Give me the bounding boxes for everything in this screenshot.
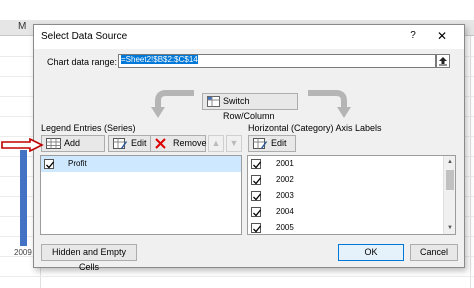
legend-entries-list[interactable]: Profit [40,155,242,235]
help-button[interactable]: ? [406,30,420,44]
chart-data-range-value: =Sheet2!$B$2:$C$14 [121,55,198,64]
checkbox-checked-icon[interactable] [251,159,262,169]
list-item[interactable]: 2003 [248,188,455,204]
chart-data-range-label: Chart data range: [47,57,118,67]
chart-year-label: 2009 [14,248,32,257]
add-series-label: Add [64,138,81,148]
axis-labels-list[interactable]: 2001 2002 2003 2004 2005 ▲ ▼ [247,155,456,235]
add-series-button[interactable]: Add [41,135,105,152]
collapse-icon [439,57,447,66]
scroll-down-icon[interactable]: ▼ [444,222,455,234]
list-item[interactable]: 2005 [248,220,455,234]
edit-axis-labels-label: Edit [271,138,287,148]
checkbox-checked-icon[interactable] [251,175,262,185]
category-label: 2005 [276,223,294,232]
switch-icon [207,96,220,112]
scroll-up-icon[interactable]: ▲ [444,156,455,168]
move-down-button[interactable]: ▼ [226,135,242,152]
grid-line [0,276,474,277]
remove-icon [155,138,166,154]
checkbox-checked-icon[interactable] [251,207,262,217]
series-label: Profit [68,159,87,168]
add-icon [46,138,61,154]
axis-list-scrollbar[interactable]: ▲ ▼ [443,156,455,234]
curved-arrow-icon [308,90,351,118]
list-item[interactable]: Profit [41,156,241,172]
close-button[interactable]: ✕ [434,29,450,45]
switch-row-column-label: Switch Row/Column [223,96,275,121]
column-header-m[interactable]: M [18,21,26,32]
axis-labels-title: Horizontal (Category) Axis Labels [248,123,382,133]
collapse-dialog-button[interactable] [436,54,450,68]
legend-entries-title: Legend Entries (Series) [41,123,136,133]
category-label: 2004 [276,207,294,216]
scroll-thumb[interactable] [446,170,454,190]
cancel-button[interactable]: Cancel [410,244,458,261]
checkbox-checked-icon[interactable] [251,191,262,201]
category-label: 2002 [276,175,294,184]
checkbox-checked-icon[interactable] [44,159,55,169]
remove-series-button[interactable]: Remove [150,135,207,154]
annotation-arrow-icon [1,138,44,152]
checkbox-checked-icon[interactable] [251,223,262,233]
category-label: 2003 [276,191,294,200]
dialog-titlebar[interactable]: Select Data Source ? ✕ [34,25,464,49]
grid-line [470,36,471,288]
chart-bar [20,150,27,246]
ok-button[interactable]: OK [338,244,404,261]
curved-arrow-icon [151,90,194,118]
edit-axis-labels-button[interactable]: Edit [248,135,296,152]
list-item[interactable]: 2004 [248,204,455,220]
remove-series-label: Remove [173,138,207,148]
chart-data-range-input[interactable]: =Sheet2!$B$2:$C$14 [118,54,436,68]
move-up-button[interactable]: ▲ [208,135,224,152]
edit-icon [113,138,127,154]
list-item[interactable]: 2002 [248,172,455,188]
edit-series-label: Edit [131,138,147,148]
list-item[interactable]: 2001 [248,156,455,172]
category-label: 2001 [276,159,294,168]
select-data-source-dialog: Select Data Source ? ✕ Chart data range:… [33,24,465,272]
edit-icon [253,138,267,154]
switch-row-column-button[interactable]: Switch Row/Column [202,93,298,121]
hidden-empty-cells-button[interactable]: Hidden and Empty Cells [41,244,137,272]
dialog-title: Select Data Source [41,31,128,42]
